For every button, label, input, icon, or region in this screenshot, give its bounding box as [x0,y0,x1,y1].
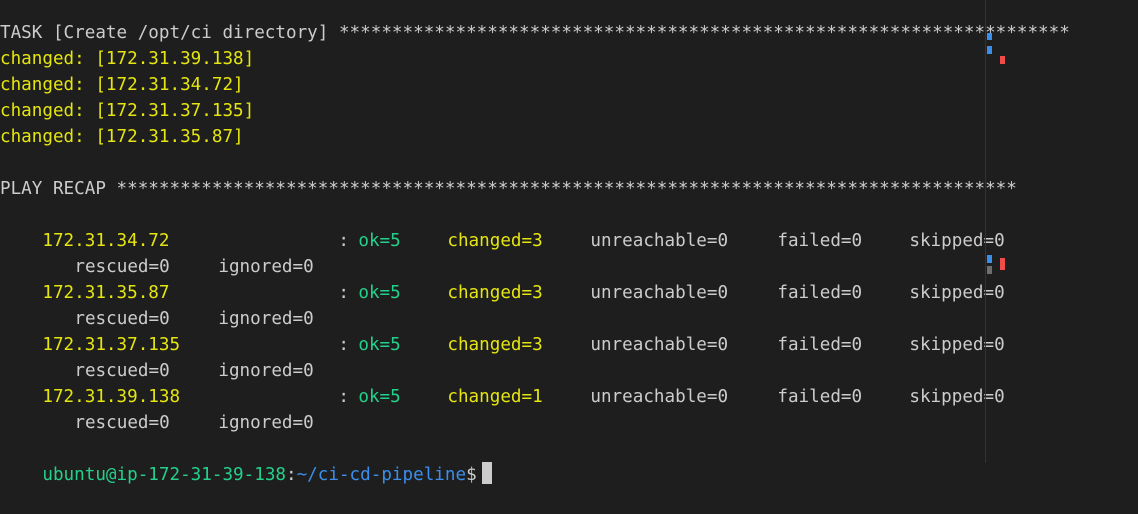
prompt-user-host: ubuntu@ip-172-31-39-138 [42,465,286,485]
play-recap-header: PLAY RECAP *****************************… [0,179,1017,199]
recap-host: 172.31.37.135 [42,335,181,355]
recap-colon: : [338,231,349,251]
recap-ignored: ignored=0 [218,257,314,277]
recap-rescued: rescued=0 [74,257,170,277]
recap-ignored: ignored=0 [218,413,314,433]
recap-skipped: skipped=0 [909,283,1005,303]
prompt-symbol: $ [466,465,477,485]
recap-rescued: rescued=0 [74,413,170,433]
recap-unreachable: unreachable=0 [590,231,729,251]
scroll-marker-red [1000,56,1005,64]
recap-colon: : [338,283,349,303]
scroll-marker-red [1000,258,1005,270]
recap-host: 172.31.39.138 [42,387,181,407]
recap-failed: failed=0 [777,231,863,251]
scroll-marker-blue [987,33,992,40]
recap-failed: failed=0 [777,335,863,355]
recap-row: 172.31.34.72: ok=5 changed=3 unreachable=0 f… [0,202,1004,251]
shell-prompt[interactable]: ubuntu@ip-172-31-39-138:~/ci-cd-pipeline… [0,436,985,485]
recap-ok: ok=5 [358,283,401,303]
recap-ok: ok=5 [358,335,401,355]
recap-ignored: ignored=0 [218,309,314,329]
recap-colon: : [338,335,349,355]
recap-skipped: skipped=0 [909,387,1005,407]
scrollbar-track[interactable] [985,0,986,463]
recap-host: 172.31.34.72 [42,231,170,251]
scroll-marker-gray [987,266,992,274]
recap-ok: ok=5 [358,387,401,407]
text-cursor[interactable] [481,462,492,484]
recap-changed: changed=1 [447,387,543,407]
recap-colon: : [338,387,349,407]
recap-changed: changed=3 [447,335,543,355]
prompt-path: ~/ci-cd-pipeline [296,465,467,485]
scroll-marker-blue [987,255,992,263]
recap-unreachable: unreachable=0 [590,387,729,407]
recap-changed: changed=3 [447,231,543,251]
recap-failed: failed=0 [777,283,863,303]
task-line: TASK [Create /opt/ci directory] ********… [0,23,1070,43]
recap-unreachable: unreachable=0 [590,283,729,303]
recap-rescued: rescued=0 [74,361,170,381]
recap-skipped: skipped=0 [909,335,1005,355]
recap-failed: failed=0 [777,387,863,407]
recap-host: 172.31.35.87 [42,283,170,303]
recap-ok: ok=5 [358,231,401,251]
prompt-separator: : [286,465,297,485]
changed-line: changed: [172.31.39.138] [0,49,255,69]
recap-skipped: skipped=0 [909,231,1005,251]
changed-line: changed: [172.31.34.72] [0,75,244,95]
recap-unreachable: unreachable=0 [590,335,729,355]
changed-line: changed: [172.31.37.135] [0,101,255,121]
terminal-window: { "task_line": { "text": "TASK [Create /… [0,0,1138,485]
recap-ignored: ignored=0 [218,361,314,381]
recap-rescued: rescued=0 [74,309,170,329]
recap-changed: changed=3 [447,283,543,303]
scroll-marker-blue [987,46,992,54]
changed-line: changed: [172.31.35.87] [0,127,244,147]
terminal-output: TASK [Create /opt/ci directory] ********… [0,20,1070,485]
